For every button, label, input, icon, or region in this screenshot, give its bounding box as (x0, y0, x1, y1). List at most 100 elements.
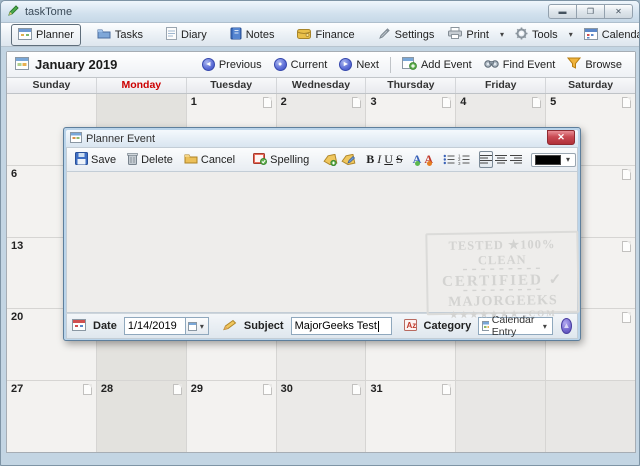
date-label: Date (93, 320, 117, 332)
gear-icon (515, 27, 528, 43)
diary-page-icon (166, 26, 178, 43)
font-color-button[interactable]: A (412, 151, 423, 168)
previous-button[interactable]: ◄ Previous (197, 56, 267, 73)
app-pencil-icon (7, 4, 20, 20)
find-event-button[interactable]: Find Event (479, 55, 561, 74)
align-center-button[interactable] (494, 151, 508, 168)
day-cell-28[interactable]: 28 (96, 381, 187, 452)
tools-dropdown-arrow-icon[interactable] (567, 30, 575, 39)
next-button[interactable]: ► Next (334, 56, 384, 73)
tab-tasks[interactable]: Tasks (90, 24, 150, 46)
italic-button[interactable]: I (376, 151, 382, 168)
orange-dot-icon (426, 161, 432, 166)
day-cell-empty[interactable] (456, 381, 547, 452)
print-dropdown-arrow-icon[interactable] (498, 30, 506, 39)
tag-add-icon[interactable] (322, 151, 339, 168)
cancel-label: Cancel (200, 153, 236, 166)
day-number: 29 (190, 383, 203, 396)
current-button[interactable]: ● Current (269, 56, 333, 73)
minimize-button[interactable]: ▬ (548, 4, 577, 19)
align-left-button[interactable] (478, 151, 493, 168)
tab-notes[interactable]: Notes (223, 24, 282, 46)
page-icon[interactable] (352, 97, 362, 108)
page-icon[interactable] (82, 384, 92, 396)
day-cell-31[interactable]: 31 (366, 381, 457, 452)
dialog-title: Planner Event (86, 132, 156, 145)
tab-finance-label: Finance (315, 28, 355, 41)
text-color-dropdown[interactable] (530, 152, 576, 167)
page-icon[interactable] (622, 168, 632, 180)
day-cell-empty[interactable] (546, 381, 636, 452)
add-event-button[interactable]: Add Event (397, 54, 477, 75)
week-row: 27 28 29 30 31 (7, 381, 636, 452)
day-number: 2 (280, 96, 287, 108)
find-event-label: Find Event (502, 58, 556, 71)
bullet-list-button[interactable] (442, 151, 456, 168)
day-header-wednesday: Wednesday (277, 78, 367, 93)
page-icon[interactable] (262, 97, 272, 108)
spelling-button[interactable]: Spelling (248, 149, 314, 171)
dialog-event-icon (70, 131, 82, 146)
day-cell-29[interactable]: 29 (186, 381, 277, 452)
tools-button[interactable]: Tools (508, 24, 565, 46)
day-header-tuesday: Tuesday (187, 78, 277, 93)
underline-button[interactable]: U (383, 151, 394, 168)
tab-planner[interactable]: Planner (11, 23, 81, 46)
tab-diary[interactable]: Diary (159, 24, 214, 46)
event-text-editor[interactable] (66, 172, 578, 313)
page-icon[interactable] (622, 312, 632, 324)
page-icon[interactable] (442, 384, 452, 396)
day-header-saturday: Saturday (568, 79, 614, 91)
header-separator (389, 56, 391, 73)
dialog-close-button[interactable]: ✕ (547, 130, 575, 145)
tab-finance[interactable]: Finance (290, 24, 361, 46)
delete-button[interactable]: Delete (122, 149, 178, 171)
date-input[interactable]: 1/14/2019 (123, 317, 186, 335)
maximize-button[interactable]: ❐ (576, 4, 605, 19)
day-cell-27[interactable]: 27 (7, 381, 97, 452)
subject-input[interactable]: MajorGeeks Test (290, 317, 392, 335)
cancel-folder-icon (184, 152, 198, 167)
tab-tasks-label: Tasks (114, 28, 144, 41)
tab-diary-label: Diary (181, 28, 207, 41)
page-icon[interactable] (532, 97, 542, 108)
highlight-color-button[interactable]: A (423, 151, 434, 168)
browse-label: Browse (585, 58, 622, 71)
numbered-list-button[interactable]: 123 (457, 151, 471, 168)
tab-notes-label: Notes (245, 28, 275, 41)
tab-settings[interactable]: Settings (371, 24, 442, 46)
category-select[interactable]: Calendar Entry (478, 314, 553, 338)
align-right-button[interactable] (509, 151, 523, 168)
calendar-icon (583, 27, 598, 43)
expand-options-button[interactable]: ▲ (560, 318, 572, 334)
main-toolbar-left: Planner Tasks Diary Notes Finance Settin… (11, 23, 442, 46)
cancel-button[interactable]: Cancel (179, 149, 240, 170)
tab-planner-label: Planner (36, 28, 74, 41)
current-label: Current (290, 58, 328, 71)
tag-edit-icon[interactable] (340, 151, 357, 168)
date-calendar-icon (72, 318, 86, 334)
page-icon[interactable] (172, 384, 182, 396)
current-dot-icon: ● (273, 58, 287, 71)
main-toolbar-right: Print Tools Calendar (441, 24, 639, 46)
calendar-header-buttons: ◄ Previous ● Current ► Next Add Event Fi… (197, 54, 627, 75)
save-button[interactable]: Save (70, 149, 121, 171)
page-icon[interactable] (262, 384, 272, 396)
calendar-view-button[interactable]: Calendar (577, 24, 639, 46)
page-icon[interactable] (622, 97, 632, 108)
close-button[interactable]: ✕ (604, 4, 633, 19)
trash-icon (127, 152, 138, 168)
tab-settings-label: Settings (394, 28, 435, 41)
strikethrough-button[interactable]: S (395, 151, 404, 168)
print-button[interactable]: Print (441, 24, 496, 45)
browse-button[interactable]: Browse (562, 55, 627, 74)
page-icon[interactable] (622, 240, 632, 252)
page-icon[interactable] (442, 97, 452, 108)
bold-button[interactable]: B (365, 151, 375, 168)
page-icon[interactable] (352, 384, 362, 396)
date-dropdown-arrow-icon (198, 322, 206, 331)
svg-text:3: 3 (458, 161, 461, 165)
date-picker-button[interactable] (185, 317, 209, 335)
day-cell-30[interactable]: 30 (276, 381, 367, 452)
day-number: 31 (370, 383, 383, 396)
